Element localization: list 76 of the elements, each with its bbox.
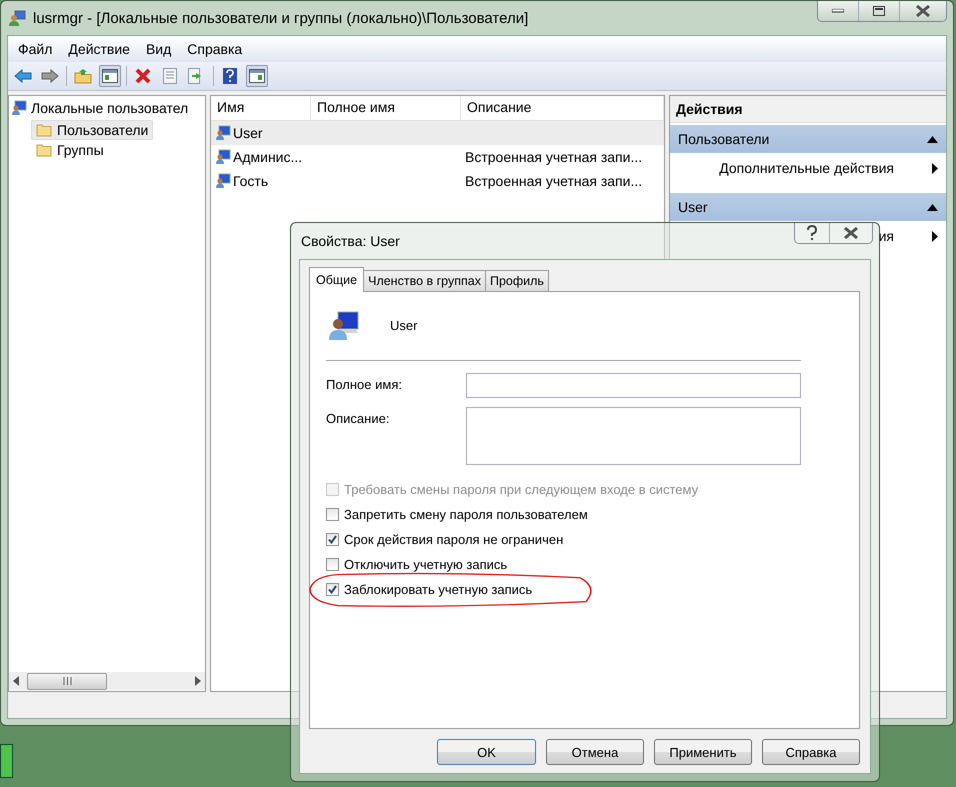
actions-section-header[interactable]: User [670, 193, 946, 221]
description-field[interactable] [466, 407, 801, 465]
action-item[interactable]: Дополнительные действия [670, 153, 946, 183]
help-icon [806, 225, 818, 241]
panel-icon [249, 69, 265, 83]
dialog-button[interactable]: OK [437, 739, 536, 765]
document-icon [163, 68, 177, 84]
folder-arrow-icon [74, 68, 92, 84]
dialog-button[interactable]: Отмена [546, 739, 644, 765]
list-row[interactable]: Гость Встроенная учетная запи... [211, 169, 664, 193]
maximize-button[interactable] [859, 1, 900, 21]
collapse-icon [927, 204, 938, 210]
back-arrow-icon [14, 69, 32, 83]
dialog-title: Свойства: User [300, 233, 400, 249]
checkbox[interactable]: Запретить смену пароля пользователем [326, 507, 801, 522]
tab[interactable]: Общие [309, 267, 364, 292]
menu-item[interactable]: Файл [12, 39, 58, 59]
table-cell-text: Встроенная учетная запи... [464, 149, 644, 165]
actions-title: Действия [670, 96, 946, 123]
close-icon [916, 5, 930, 17]
field-label: Описание: [326, 410, 390, 426]
scroll-left-icon [13, 676, 19, 686]
forward-arrow-icon [41, 69, 59, 83]
show-tree-button[interactable] [99, 65, 121, 87]
menu-item[interactable]: Вид [140, 39, 178, 59]
checkmark-icon [328, 535, 337, 544]
tree-item[interactable]: Локальные пользовател [31, 100, 188, 116]
checkbox[interactable]: Отключить учетную запись [326, 557, 801, 572]
list-row[interactable]: Админис... Встроенная учетная запи... [211, 145, 664, 169]
menu-item[interactable]: Действие [62, 39, 136, 59]
grip-icon [62, 677, 72, 685]
checkmark-icon [328, 585, 337, 594]
submenu-arrow-icon [932, 230, 938, 242]
table-cell: User [233, 125, 263, 141]
tree-item[interactable]: Пользователи [31, 120, 154, 140]
checkbox[interactable]: Заблокировать учетную запись [326, 582, 801, 597]
minimize-button[interactable] [818, 1, 859, 21]
collapse-icon [927, 136, 938, 142]
delete-icon [135, 68, 151, 84]
tree-item[interactable]: Группы [31, 140, 109, 160]
show-actions-button[interactable] [246, 65, 268, 87]
window-title: lusrmgr - [Локальные пользователи и группы (локально)\Пользователи] [33, 10, 530, 26]
tab[interactable]: Профиль [484, 270, 549, 291]
table-cell: Админис... [233, 149, 302, 165]
input-field[interactable] [466, 373, 801, 398]
horizontal-scrollbar[interactable] [9, 672, 205, 690]
actions-section-header[interactable]: Пользователи [670, 125, 946, 153]
close-icon [844, 227, 858, 239]
dialog-button[interactable]: Применить [654, 739, 752, 765]
submenu-arrow-icon [932, 162, 938, 174]
folder-icon [36, 143, 52, 157]
maximize-icon [873, 6, 885, 16]
dialog-button[interactable]: Справка [762, 739, 860, 765]
table-cell: Гость [233, 173, 268, 189]
checkbox[interactable]: Срок действия пароля не ограничен [326, 532, 801, 547]
close-button[interactable] [829, 223, 872, 243]
table-cell-text: Встроенная учетная запи... [464, 173, 644, 189]
help-icon [223, 68, 237, 84]
snap-in-icon [11, 100, 27, 116]
desktop-icon[interactable] [0, 744, 13, 778]
app-icon [9, 9, 27, 27]
list-row[interactable]: User [211, 121, 664, 145]
folder-icon [36, 123, 52, 137]
user-name: User [390, 318, 418, 332]
menu-item[interactable]: Справка [181, 39, 248, 59]
tab[interactable]: Членство в группах [363, 270, 486, 291]
user-icon [215, 149, 231, 165]
scroll-right-icon [195, 676, 201, 686]
user-icon [215, 173, 231, 189]
close-button[interactable] [900, 1, 946, 21]
panel-icon [102, 69, 118, 83]
field-label: Полное имя: [326, 376, 403, 392]
user-computer-icon [328, 309, 360, 341]
user-icon [215, 125, 231, 141]
scrollbar-thumb[interactable] [27, 672, 107, 690]
minimize-icon [832, 9, 844, 13]
